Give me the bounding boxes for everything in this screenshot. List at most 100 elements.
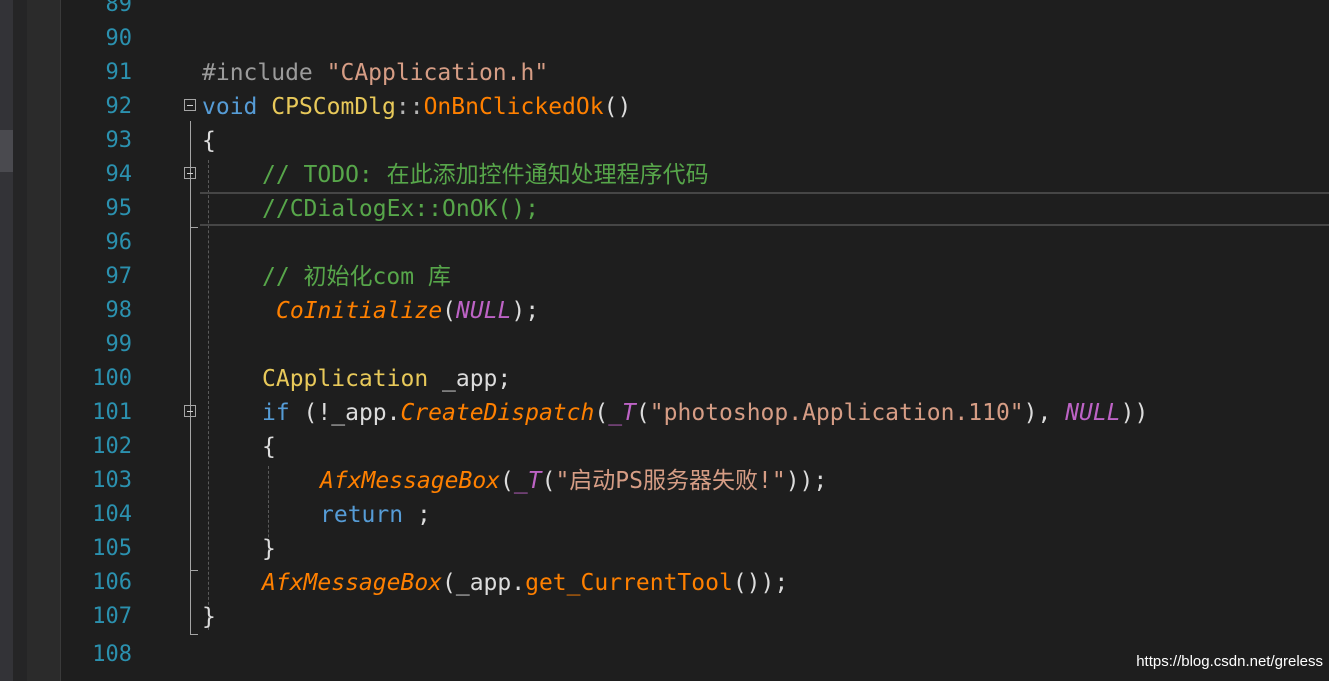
line-number: 91 <box>105 60 133 85</box>
code-line[interactable]: 108 <box>0 638 1329 672</box>
brace: { <box>202 128 216 154</box>
code-line[interactable]: 93 { <box>0 124 1329 158</box>
punctuation: (_app. <box>442 570 526 596</box>
watermark-text: https://blog.csdn.net/greless <box>1136 653 1323 670</box>
macro: _T <box>608 400 636 426</box>
macro: NULL <box>1065 400 1121 426</box>
comment: // 初始化com 库 <box>262 264 451 290</box>
function-call: CreateDispatch <box>400 400 595 426</box>
punctuation: (!_app. <box>289 400 401 426</box>
punctuation: ( <box>541 468 556 494</box>
variable-declaration: _app; <box>428 366 512 392</box>
macro: NULL <box>456 298 512 324</box>
line-number: 96 <box>105 230 133 255</box>
code-text: return ; <box>320 498 431 532</box>
punctuation: ()); <box>732 570 789 596</box>
keyword: void <box>202 94 258 120</box>
code-text: } <box>262 532 276 566</box>
code-line[interactable]: 91 #include "CApplication.h" <box>0 56 1329 90</box>
fold-toggle-icon[interactable] <box>184 99 196 111</box>
code-line[interactable]: 94 // TODO: 在此添加控件通知处理程序代码 <box>0 158 1329 192</box>
code-text: CoInitialize(NULL); <box>276 294 539 328</box>
function-call: AfxMessageBox <box>262 570 443 596</box>
line-number: 106 <box>92 570 132 595</box>
code-line[interactable]: 106 AfxMessageBox(_app.get_CurrentTool()… <box>0 566 1329 600</box>
code-line[interactable]: 89 <box>0 0 1329 22</box>
comment: //CDialogEx::OnOK(); <box>262 196 539 222</box>
fold-toggle-icon[interactable] <box>184 167 196 179</box>
scope-operator: :: <box>395 94 424 120</box>
brace: } <box>262 536 276 562</box>
code-line[interactable]: 96 <box>0 226 1329 260</box>
punctuation: ( <box>442 298 457 324</box>
code-text: AfxMessageBox(_app.get_CurrentTool()); <box>262 566 788 600</box>
code-line[interactable]: 99 <box>0 328 1329 362</box>
punctuation: () <box>603 94 632 120</box>
line-number: 98 <box>105 298 133 323</box>
code-line[interactable]: 90 <box>0 22 1329 56</box>
code-text: } <box>202 600 216 634</box>
code-line[interactable]: 100 CApplication _app; <box>0 362 1329 396</box>
punctuation: ( <box>500 468 514 494</box>
line-number: 92 <box>105 94 133 119</box>
line-number: 90 <box>105 26 133 51</box>
line-number: 105 <box>92 536 132 561</box>
fold-toggle-icon[interactable] <box>184 405 196 417</box>
code-editor[interactable]: 89 90 91 #include "CApplication.h" 92 vo… <box>0 0 1329 681</box>
line-number: 97 <box>105 264 133 289</box>
punctuation: )); <box>785 468 828 494</box>
code-text: if (!_app.CreateDispatch(_T("photoshop.A… <box>262 396 1148 430</box>
code-line[interactable]: 97 // 初始化com 库 <box>0 260 1329 294</box>
punctuation: ; <box>403 502 431 528</box>
code-line[interactable]: 102 { <box>0 430 1329 464</box>
macro: _T <box>513 468 542 494</box>
brace: } <box>202 604 216 630</box>
punctuation: ( <box>594 400 609 426</box>
string-literal: "CApplication.h" <box>326 60 549 86</box>
line-number: 94 <box>105 162 133 187</box>
code-text: { <box>202 124 216 158</box>
code-text: // 初始化com 库 <box>262 260 451 294</box>
punctuation: ), <box>1023 400 1066 426</box>
function-name: OnBnClickedOk <box>423 94 604 120</box>
code-line[interactable]: 95 //CDialogEx::OnOK(); <box>0 192 1329 226</box>
line-number: 108 <box>92 642 132 667</box>
line-number: 99 <box>105 332 133 357</box>
code-line[interactable]: 98 CoInitialize(NULL); <box>0 294 1329 328</box>
line-number: 101 <box>92 400 132 425</box>
line-number: 100 <box>92 366 132 391</box>
keyword: if <box>262 400 290 426</box>
punctuation: ); <box>511 298 540 324</box>
string-literal: "启动PS服务器失败!" <box>555 468 786 494</box>
line-number: 102 <box>92 434 132 459</box>
class-name: CPSComDlg <box>271 94 396 120</box>
string-literal: "photoshop.Application.110" <box>649 400 1024 426</box>
code-text: { <box>262 430 276 464</box>
code-line[interactable]: 104 return ; <box>0 498 1329 532</box>
code-text: //CDialogEx::OnOK(); <box>262 192 539 226</box>
comment: // TODO: 在此添加控件通知处理程序代码 <box>262 162 709 188</box>
code-text: void CPSComDlg::OnBnClickedOk() <box>202 90 631 124</box>
code-text: #include "CApplication.h" <box>202 56 548 90</box>
code-line[interactable]: 101 if (!_app.CreateDispatch(_T("photosh… <box>0 396 1329 430</box>
line-number: 93 <box>105 128 133 153</box>
line-number: 103 <box>92 468 132 493</box>
code-line[interactable]: 107 } <box>0 600 1329 634</box>
punctuation: )) <box>1120 400 1149 426</box>
punctuation: ( <box>635 400 650 426</box>
function-call: AfxMessageBox <box>320 468 501 494</box>
brace: { <box>262 434 276 460</box>
preprocessor-directive: #include <box>202 60 327 86</box>
code-line[interactable]: 103 AfxMessageBox(_T("启动PS服务器失败!")); <box>0 464 1329 498</box>
line-number: 104 <box>92 502 132 527</box>
line-number: 107 <box>92 604 132 629</box>
line-number: 95 <box>105 196 133 221</box>
function-call: CoInitialize <box>276 298 443 324</box>
code-text: AfxMessageBox(_T("启动PS服务器失败!")); <box>320 464 827 498</box>
code-line[interactable]: 105 } <box>0 532 1329 566</box>
code-line[interactable]: 92 void CPSComDlg::OnBnClickedOk() <box>0 90 1329 124</box>
code-text: CApplication _app; <box>262 362 511 396</box>
method-call: get_CurrentTool <box>525 570 733 596</box>
class-name: CApplication <box>262 366 429 392</box>
